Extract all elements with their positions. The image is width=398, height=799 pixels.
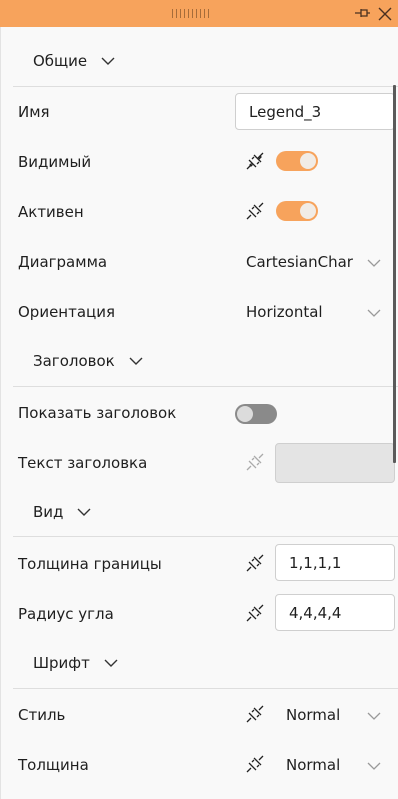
separator: [13, 386, 398, 387]
corner-radius-input[interactable]: 4,4,4,4: [275, 594, 395, 631]
chevron-down-icon: [77, 508, 91, 516]
header-text-input: [275, 443, 395, 483]
show-header-label: Показать заголовок: [18, 404, 177, 422]
font-style-dropdown[interactable]: Normal: [286, 706, 356, 724]
section-view[interactable]: Вид: [33, 500, 91, 524]
chevron-down-icon[interactable]: [367, 309, 381, 317]
visible-label: Видимый: [18, 153, 92, 171]
orientation-dropdown-value: Horizontal: [246, 303, 323, 321]
chevron-down-icon: [129, 357, 143, 365]
name-input[interactable]: Legend_3: [235, 93, 395, 130]
binding-link-icon: [246, 453, 264, 471]
section-general[interactable]: Общие: [33, 49, 115, 73]
border-thickness-label: Толщина границы: [18, 555, 162, 573]
font-weight-label: Толщина: [18, 756, 89, 774]
active-label: Активен: [18, 203, 84, 221]
header-text-label: Текст заголовка: [18, 454, 148, 472]
chart-label: Диаграмма: [18, 253, 108, 271]
section-header[interactable]: Заголовок: [33, 349, 143, 373]
toggle-knob: [237, 406, 253, 422]
section-general-label: Общие: [33, 52, 88, 70]
font-weight-dropdown[interactable]: Normal: [286, 756, 356, 774]
binding-link-icon[interactable]: [244, 753, 266, 775]
orientation-dropdown[interactable]: Horizontal: [246, 303, 356, 321]
border-thickness-input[interactable]: 1,1,1,1: [275, 544, 395, 581]
binding-link-icon[interactable]: [244, 200, 266, 222]
active-toggle[interactable]: [276, 201, 318, 221]
section-view-label: Вид: [33, 503, 64, 521]
font-style-label: Стиль: [18, 706, 66, 724]
drag-grip-icon[interactable]: [172, 9, 212, 18]
toggle-knob: [300, 153, 316, 169]
toggle-knob: [300, 203, 316, 219]
separator: [13, 86, 398, 87]
chevron-down-icon[interactable]: [367, 259, 381, 267]
binding-link-icon[interactable]: [244, 552, 266, 574]
separator: [13, 536, 398, 537]
vertical-scrollbar[interactable]: [393, 85, 396, 463]
binding-link-icon[interactable]: [244, 150, 266, 172]
visible-toggle[interactable]: [276, 151, 318, 171]
corner-radius-label: Радиус угла: [18, 605, 114, 623]
font-weight-value: Normal: [286, 756, 341, 774]
binding-link-icon[interactable]: [244, 703, 266, 725]
show-header-toggle[interactable]: [235, 404, 277, 424]
chevron-down-icon[interactable]: [367, 712, 381, 720]
chevron-down-icon: [104, 659, 118, 667]
panel-titlebar[interactable]: [0, 0, 398, 27]
section-font-label: Шрифт: [33, 654, 90, 672]
orientation-label: Ориентация: [18, 303, 116, 321]
properties-panel: Общие Имя Legend_3 Видимый Активен Диагр…: [0, 27, 398, 799]
binding-link-icon[interactable]: [244, 602, 266, 624]
chevron-down-icon: [101, 57, 115, 65]
chevron-down-icon[interactable]: [367, 762, 381, 770]
name-label: Имя: [18, 103, 50, 121]
section-header-label: Заголовок: [33, 352, 115, 370]
close-icon[interactable]: [377, 6, 393, 22]
separator: [13, 688, 398, 689]
chart-dropdown[interactable]: CartesianChar: [246, 253, 356, 271]
chart-dropdown-value: CartesianChar: [246, 253, 353, 271]
pin-icon[interactable]: [353, 6, 371, 20]
section-font[interactable]: Шрифт: [33, 651, 118, 675]
font-style-value: Normal: [286, 706, 341, 724]
